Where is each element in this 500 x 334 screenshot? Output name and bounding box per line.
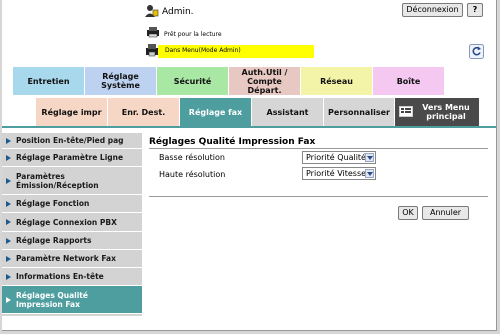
- logout-button[interactable]: Déconnexion: [402, 3, 463, 17]
- subtab-reglage-fax[interactable]: Réglage fax: [180, 98, 252, 126]
- title-divider: [149, 148, 488, 149]
- sidebar-item-label: Paramètre Network Fax: [16, 254, 116, 263]
- low-resolution-select[interactable]: Priorité Qualité: [302, 151, 376, 164]
- arrow-right-icon: [6, 200, 11, 207]
- printer-icon: [147, 27, 159, 38]
- mode-text: Dans Menu(Mode Admin): [165, 47, 241, 54]
- arrow-right-icon: [6, 219, 11, 225]
- arrow-right-icon: [6, 255, 11, 262]
- tab-reseau[interactable]: Réseau: [301, 67, 373, 95]
- sidebar-item-label: Réglages Qualité Impression Fax: [16, 290, 88, 309]
- subtab-vers-menu-principal[interactable]: Vers Menu principal: [395, 98, 480, 126]
- tab-securite[interactable]: Sécurité: [157, 67, 229, 95]
- sidebar-item-parametres-emission[interactable]: Paramètres Émission/Réception: [2, 167, 142, 195]
- arrow-right-icon: [6, 177, 11, 184]
- sidebar-item-label: Réglage Connexion PBX: [16, 217, 117, 227]
- arrow-right-icon: [6, 237, 11, 244]
- subtab-assistant[interactable]: Assistant: [252, 98, 324, 126]
- high-resolution-label: Haute résolution: [159, 170, 226, 179]
- form-divider: [149, 196, 488, 197]
- page-frame: Admin. Déconnexion ? Prêt pour la lectur…: [0, 0, 500, 334]
- sidebar-item-position-entete[interactable]: Position En-tête/Pied pag: [2, 133, 142, 149]
- sidebar-item-qualite-impression[interactable]: Réglages Qualité Impression Fax: [2, 286, 142, 314]
- sidebar-item-label: Réglage Rapports: [16, 236, 92, 245]
- tab-boite[interactable]: Boîte: [373, 67, 444, 95]
- sidebar-item-label: Réglage Paramètre Ligne: [16, 153, 124, 162]
- page-title: Réglages Qualité Impression Fax: [149, 137, 316, 147]
- tab-divider: [2, 126, 496, 128]
- sidebar-item-reglage-fonction[interactable]: Réglage Fonction: [2, 195, 142, 213]
- refresh-icon[interactable]: [469, 44, 484, 59]
- subtab-personnaliser[interactable]: Personnaliser: [324, 98, 395, 126]
- cancel-button[interactable]: Annuler: [422, 206, 469, 220]
- help-button[interactable]: ?: [467, 3, 483, 17]
- status-text: Prêt pour la lecture: [164, 31, 222, 38]
- admin-user-icon: [145, 5, 159, 17]
- subtab-reglage-impr[interactable]: Réglage impr: [36, 98, 108, 126]
- main-menu-icon: [399, 106, 413, 117]
- admin-label: Admin.: [162, 7, 194, 17]
- low-resolution-value: Priorité Qualité: [306, 153, 366, 162]
- low-resolution-label: Basse résolution: [159, 153, 225, 162]
- subtab-enr-dest[interactable]: Enr. Dest.: [108, 98, 180, 126]
- high-resolution-select[interactable]: Priorité Vitesse: [302, 167, 376, 180]
- ok-button[interactable]: OK: [398, 206, 418, 220]
- sidebar-item-informations-entete[interactable]: Informations En-tête: [2, 268, 142, 286]
- high-resolution-value: Priorité Vitesse: [306, 169, 367, 178]
- arrow-right-icon: [6, 154, 11, 161]
- arrow-right-icon: [6, 137, 11, 144]
- printer-mode-icon: [146, 44, 158, 57]
- sidebar-item-label: Paramètres Émission/Réception: [16, 171, 99, 190]
- sidebar-item-connexion-pbx[interactable]: Réglage Connexion PBX: [2, 213, 142, 232]
- vers-menu-label: Vers Menu principal: [422, 103, 470, 121]
- sidebar-footer: [2, 314, 142, 316]
- sidebar-item-network-fax[interactable]: Paramètre Network Fax: [2, 250, 142, 268]
- sidebar-item-label: Réglage Fonction: [16, 199, 90, 208]
- sidebar-item-label: Position En-tête/Pied pag: [16, 136, 124, 145]
- sidebar-item-parametre-ligne[interactable]: Réglage Paramètre Ligne: [2, 149, 142, 167]
- arrow-right-icon: [6, 273, 11, 280]
- chevron-down-icon: [365, 153, 374, 162]
- tab-entretien[interactable]: Entretien: [13, 67, 85, 95]
- sidebar-item-reglage-rapports[interactable]: Réglage Rapports: [2, 232, 142, 250]
- tab-auth-compte[interactable]: Auth.Util / Compte Départ.: [229, 67, 301, 95]
- tab-reglage-systeme[interactable]: Réglage Système: [85, 67, 157, 95]
- arrow-right-icon: [6, 296, 11, 303]
- chevron-down-icon: [365, 169, 374, 178]
- sidebar-item-label: Informations En-tête: [16, 272, 104, 281]
